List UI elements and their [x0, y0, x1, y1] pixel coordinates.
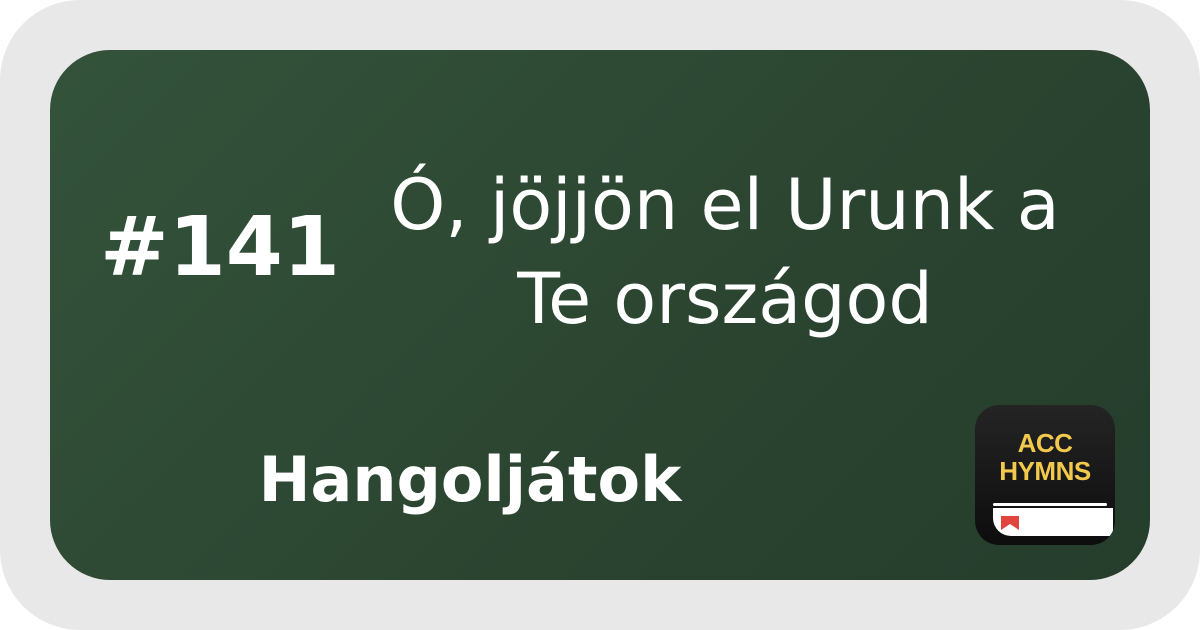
acc-hymns-logo: ACC HYMNS	[975, 405, 1115, 545]
bookmark-ribbon-icon	[1001, 516, 1019, 530]
book-page-edge	[993, 503, 1107, 506]
hymn-number: #141	[100, 200, 340, 295]
hymn-title-line-1: Ó, jöjjön el Urunk a	[390, 164, 1060, 246]
outer-frame: #141 Ó, jöjjön el Urunk a Te országod Ha…	[0, 0, 1200, 630]
hymn-title: Ó, jöjjön el Urunk a Te országod	[340, 158, 1110, 346]
logo-text: ACC HYMNS	[975, 429, 1115, 485]
hymn-title-line-2: Te országod	[517, 258, 933, 340]
hymn-category: Hangoljátok	[258, 443, 682, 516]
logo-text-line-2: HYMNS	[999, 456, 1091, 486]
logo-text-line-1: ACC	[1017, 428, 1073, 458]
hymn-card: #141 Ó, jöjjön el Urunk a Te országod Ha…	[50, 50, 1150, 580]
